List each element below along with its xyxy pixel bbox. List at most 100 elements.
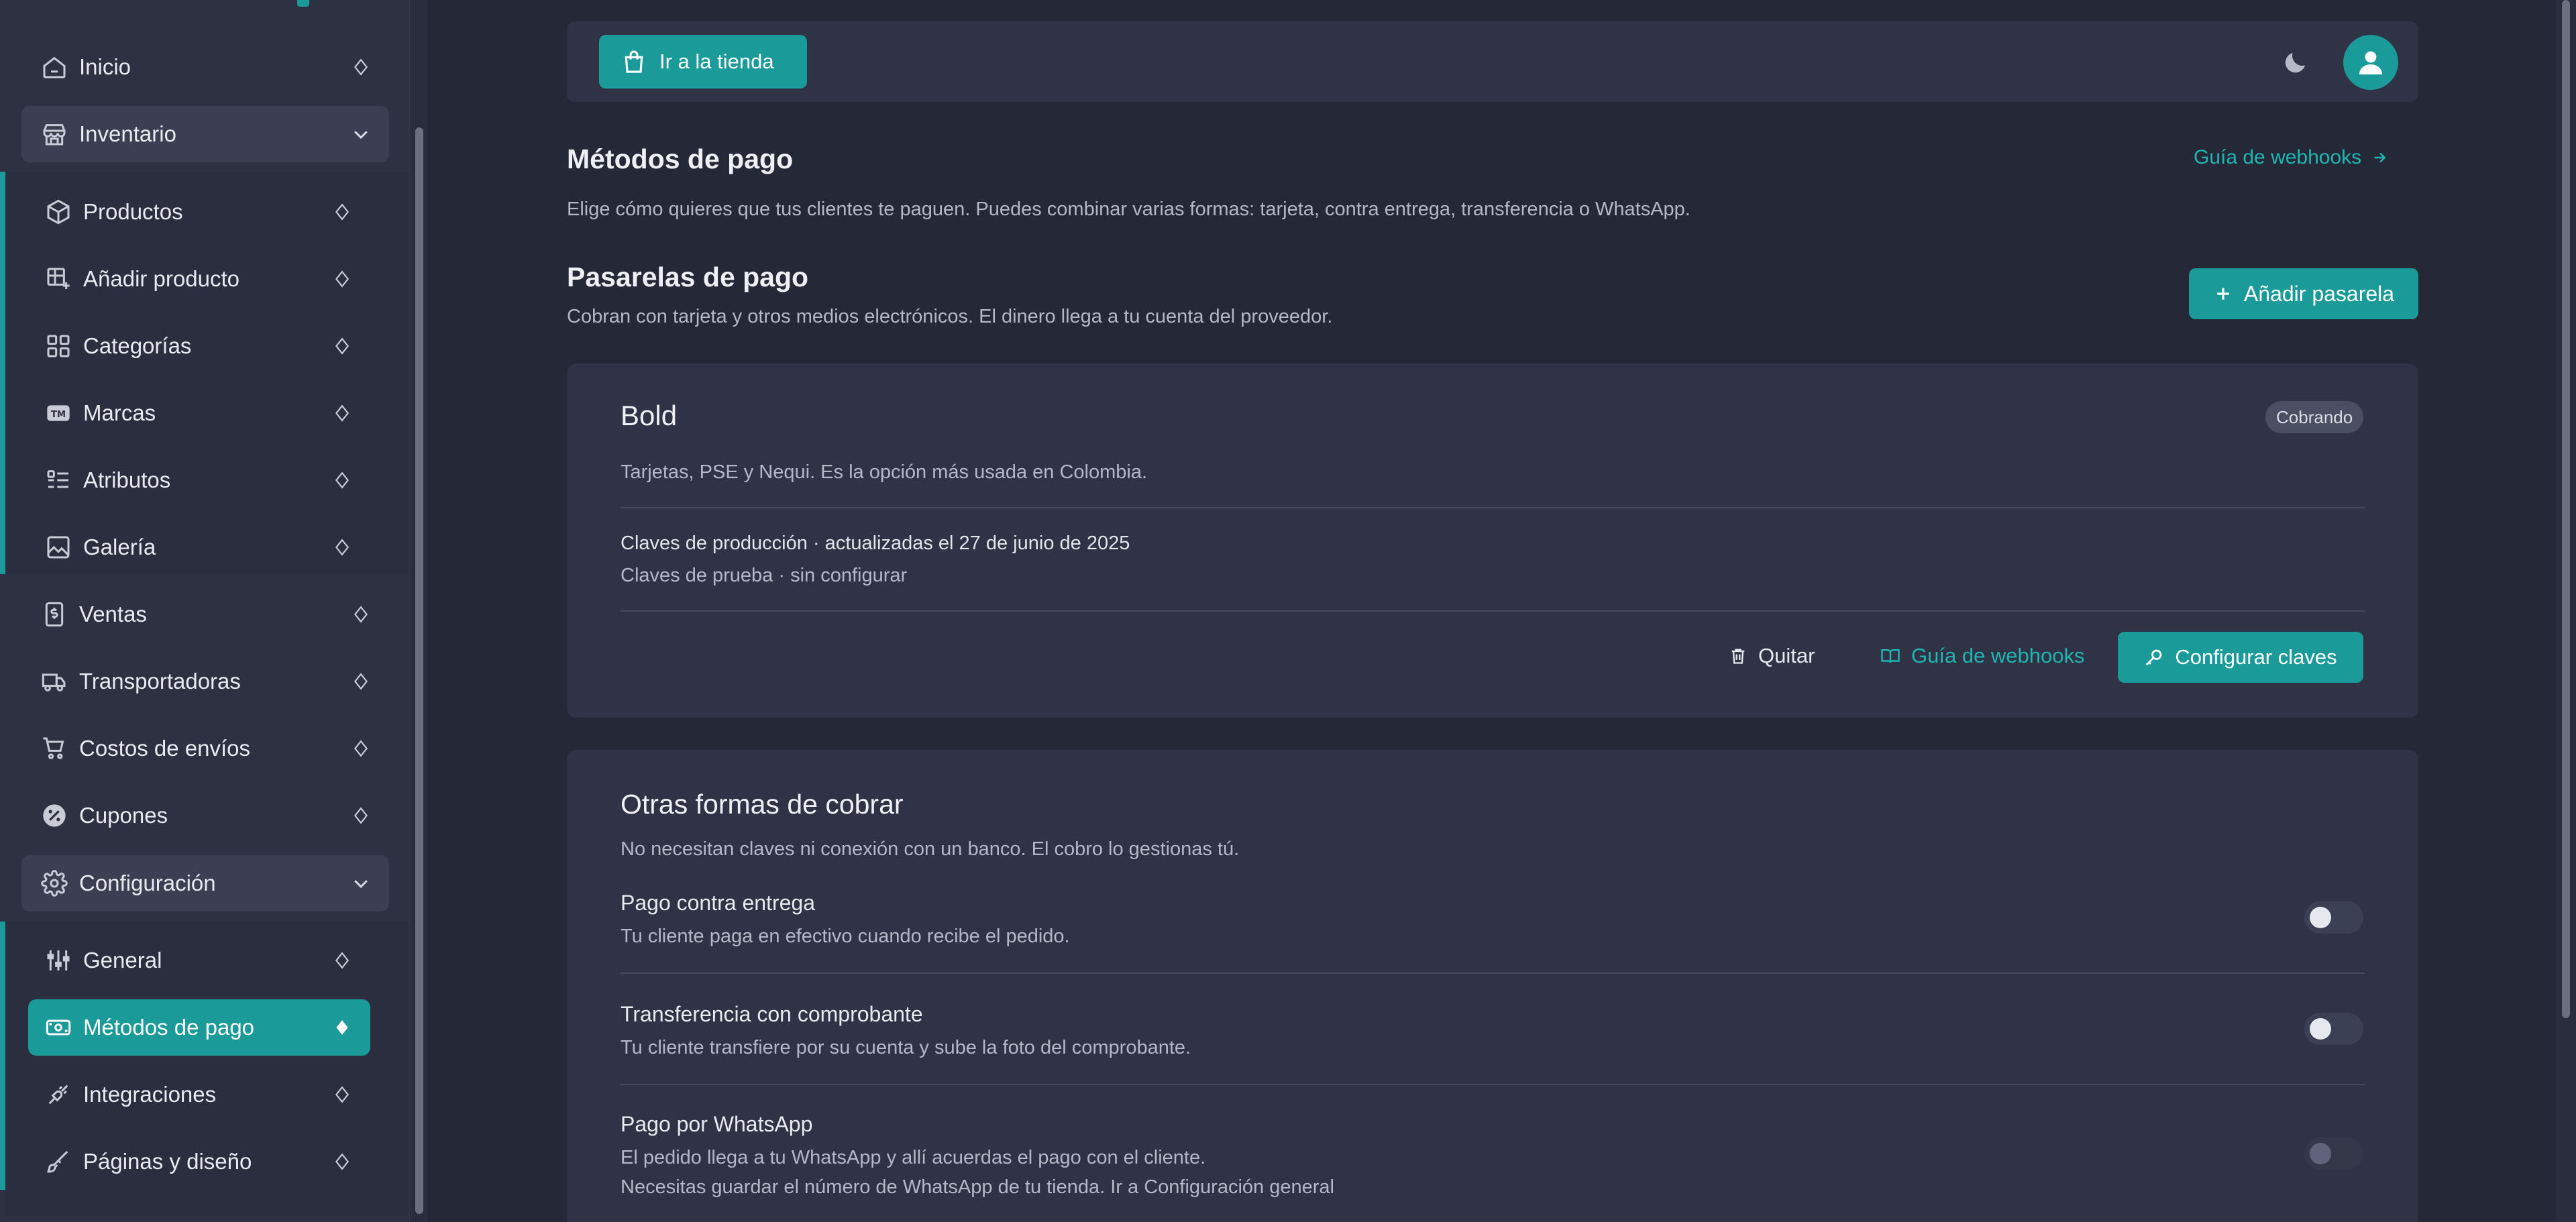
method-title: Transferencia con comprobante	[621, 1002, 923, 1026]
sidebar-item-galeria[interactable]: Galería	[28, 519, 370, 575]
configuracion-submenu-rail	[0, 922, 5, 1190]
add-table-icon	[43, 264, 74, 294]
cash-on-delivery-toggle[interactable]	[2304, 901, 2363, 934]
diamond-icon	[347, 802, 374, 829]
go-to-store-button[interactable]: Ir a la tienda	[599, 35, 807, 89]
money-icon	[43, 1012, 74, 1043]
home-icon	[39, 52, 70, 82]
sidebar-item-label: Marcas	[83, 400, 156, 425]
gateways-title: Pasarelas de pago	[567, 262, 809, 292]
gateways-description: Cobran con tarjeta y otros medios electr…	[567, 306, 1333, 327]
main-scrollbar[interactable]	[2556, 0, 2576, 1222]
sidebar-item-label: Cupones	[79, 803, 168, 828]
sidebar-scrollbar-thumb[interactable]	[415, 127, 423, 1214]
sidebar: Inicio Inventario Productos Añadir produ…	[0, 0, 409, 1222]
production-keys-status: Claves de producción · actualizadas el 2…	[621, 533, 1130, 554]
trademark-icon: TM	[43, 398, 74, 429]
divider	[621, 1084, 2365, 1085]
sidebar-item-general[interactable]: General	[28, 932, 370, 989]
sidebar-item-label: Productos	[83, 199, 183, 224]
gateway-webhooks-guide-button[interactable]: Guía de webhooks	[1880, 644, 2085, 668]
diamond-icon	[329, 1081, 356, 1108]
configure-keys-label: Configurar claves	[2175, 645, 2337, 669]
sidebar-item-ventas[interactable]: Ventas	[21, 586, 389, 643]
gateway-webhooks-guide-label: Guía de webhooks	[1911, 644, 2085, 667]
remove-gateway-label: Quitar	[1758, 644, 1815, 667]
top-bar: Ir a la tienda	[567, 21, 2418, 102]
method-description: Tu cliente transfiere por su cuenta y su…	[621, 1037, 1191, 1058]
sidebar-item-label: Ventas	[79, 602, 147, 626]
toggle-knob	[2310, 1018, 2331, 1040]
sidebar-item-inventario[interactable]: Inventario	[21, 106, 389, 162]
list-icon	[43, 465, 74, 496]
receipt-icon	[39, 599, 70, 630]
sidebar-item-transportadoras[interactable]: Transportadoras	[21, 653, 389, 710]
moon-icon[interactable]	[2279, 46, 2312, 79]
sidebar-item-metodos-de-pago[interactable]: Métodos de pago	[28, 999, 370, 1056]
diamond-icon	[347, 668, 374, 695]
whatsapp-payment-toggle[interactable]	[2304, 1137, 2363, 1170]
shopping-bag-icon	[621, 48, 647, 75]
diamond-icon	[347, 601, 374, 628]
method-title: Pago por WhatsApp	[621, 1112, 813, 1136]
status-badge: Cobrando	[2265, 401, 2364, 433]
chevron-down-icon	[347, 121, 374, 148]
sidebar-item-label: Inventario	[79, 121, 176, 146]
sidebar-item-paginas-diseno[interactable]: Páginas y diseño	[28, 1133, 370, 1190]
sidebar-item-label: Integraciones	[83, 1082, 217, 1107]
sidebar-item-marcas[interactable]: TM Marcas	[28, 385, 370, 441]
other-methods-description: No necesitan claves ni conexión con un b…	[621, 838, 1240, 860]
grid-icon	[43, 331, 74, 362]
remove-gateway-button[interactable]: Quitar	[1729, 644, 1815, 668]
plug-icon	[43, 1079, 74, 1110]
sidebar-item-label: Galería	[83, 535, 156, 559]
sidebar-scrollbar[interactable]	[409, 0, 428, 1222]
chevron-down-icon	[347, 870, 374, 897]
box-icon	[43, 197, 74, 227]
sidebar-item-label: General	[83, 948, 162, 973]
add-gateway-label: Añadir pasarela	[2243, 281, 2395, 306]
test-keys-status: Claves de prueba · sin configurar	[621, 565, 908, 586]
diamond-icon	[329, 1014, 356, 1041]
diamond-icon	[347, 735, 374, 762]
bank-transfer-toggle[interactable]	[2304, 1013, 2363, 1045]
sidebar-item-label: Métodos de pago	[83, 1015, 255, 1040]
webhooks-guide-link[interactable]: Guía de webhooks	[2194, 146, 2388, 169]
sidebar-item-integraciones[interactable]: Integraciones	[28, 1066, 370, 1123]
toggle-knob	[2310, 907, 2331, 928]
other-methods-card: Otras formas de cobrar No necesitan clav…	[567, 750, 2418, 1222]
method-title: Pago contra entrega	[621, 891, 815, 915]
main-scrollbar-thumb[interactable]	[2562, 0, 2570, 1018]
toggle-knob	[2310, 1143, 2331, 1164]
page-title: Métodos de pago	[567, 144, 794, 174]
sidebar-item-categorias[interactable]: Categorías	[28, 318, 370, 374]
divider	[621, 610, 2365, 612]
gateway-description: Tarjetas, PSE y Nequi. Es la opción más …	[621, 461, 1148, 483]
sidebar-item-label: Páginas y diseño	[83, 1149, 252, 1174]
configure-keys-button[interactable]: Configurar claves	[2118, 632, 2363, 683]
diamond-icon	[329, 1148, 356, 1175]
user-icon	[2359, 51, 2382, 74]
sidebar-item-anadir-producto[interactable]: Añadir producto	[28, 251, 370, 307]
svg-text:TM: TM	[51, 410, 66, 420]
divider	[621, 507, 2365, 508]
sidebar-item-costos-envios[interactable]: Costos de envíos	[21, 720, 389, 777]
add-gateway-button[interactable]: Añadir pasarela	[2189, 268, 2418, 319]
divider	[621, 973, 2365, 974]
diamond-icon	[329, 947, 356, 974]
webhooks-guide-label: Guía de webhooks	[2194, 146, 2362, 168]
sidebar-item-cupones[interactable]: Cupones	[21, 787, 389, 844]
sidebar-item-productos[interactable]: Productos	[28, 184, 370, 240]
whatsapp-requirement-note: Necesitas guardar el número de WhatsApp …	[621, 1176, 1334, 1198]
bold-gateway-card: Bold Cobrando Tarjetas, PSE y Nequi. Es …	[567, 364, 2418, 718]
inventario-submenu-rail	[0, 172, 5, 574]
diamond-icon	[329, 400, 356, 427]
diamond-icon	[329, 266, 356, 292]
sidebar-item-label: Inicio	[79, 54, 131, 79]
sidebar-item-atributos[interactable]: Atributos	[28, 452, 370, 508]
gateway-name: Bold	[621, 400, 678, 431]
avatar[interactable]	[2343, 35, 2398, 90]
gear-icon	[39, 868, 70, 899]
sidebar-item-configuracion[interactable]: Configuración	[21, 855, 389, 911]
sidebar-item-inicio[interactable]: Inicio	[21, 39, 389, 95]
